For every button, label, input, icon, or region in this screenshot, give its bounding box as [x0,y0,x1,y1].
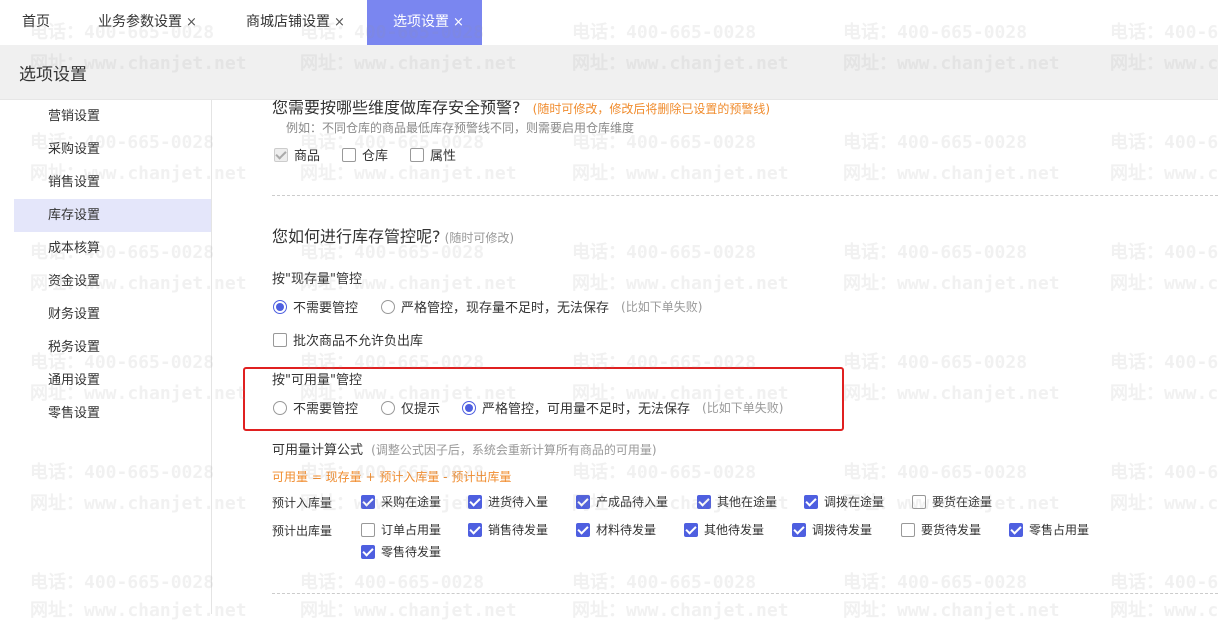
checkbox-icon [361,522,375,537]
formula-heading: 可用量计算公式 (调整公式因子后，系统会重新计算所有商品的可用量) [272,443,657,458]
page-title: 选项设置 [19,65,87,85]
radio-icon [273,299,287,314]
checkbox-icon [576,522,590,537]
checkbox-dimension-warehouse[interactable]: 仓库 [342,145,388,164]
available-control-label: 按"可用量"管控 [272,373,362,388]
checkbox-icon [273,332,287,347]
page-header: 选项设置 [0,45,1218,100]
checkbox-icon [410,147,424,162]
checkbox-icon [361,494,375,509]
checkbox-icon [697,494,711,509]
tab-home[interactable]: 首页 [22,0,50,45]
checkbox-outbound-retail-pending[interactable]: 零售待发量 [361,543,441,560]
sidebar-item-general[interactable]: 通用设置 [14,364,211,397]
checkbox-icon [361,544,375,559]
radio-icon [462,400,476,415]
checkbox-icon [1009,522,1023,537]
main-content: 您需要按哪些维度做库存安全预警? (随时可修改，修改后将删除已设置的预警线) 例… [212,100,1218,614]
sidebar-item-funds[interactable]: 资金设置 [14,265,211,298]
checkbox-icon [804,494,818,509]
close-icon[interactable]: × [334,15,345,30]
checkbox-icon [901,522,915,537]
checkbox-inbound-other-transit[interactable]: 其他在途量 [697,493,777,510]
warning-dimension-example: 例如：不同仓库的商品最低库存预警线不同，则需要启用仓库维度 [286,121,635,135]
radio-icon [273,400,287,415]
sidebar-item-purchase[interactable]: 采购设置 [14,133,211,166]
checkbox-icon [468,494,482,509]
current-stock-control-label: 按"现存量"管控 [272,272,362,287]
checkbox-outbound-material-pending[interactable]: 材料待发量 [576,521,656,538]
checkbox-inbound-receipt-pending[interactable]: 进货待入量 [468,493,548,510]
checkbox-icon [576,494,590,509]
section-divider [272,593,1218,594]
formula-expression: 可用量 = 现存量 + 预计入库量 - 预计出库量 [272,470,512,484]
radio-icon [381,400,395,415]
sidebar: 营销设置 采购设置 销售设置 库存设置 成本核算 资金设置 财务设置 税务设置 … [0,100,212,614]
sidebar-item-tax[interactable]: 税务设置 [14,331,211,364]
warning-dimension-hint: (随时可修改，修改后将删除已设置的预警线) [532,102,771,116]
warning-dimension-question: 您需要按哪些维度做库存安全预警? (随时可修改，修改后将删除已设置的预警线) [272,100,771,117]
checkbox-icon [684,522,698,537]
checkbox-inbound-finished-goods[interactable]: 产成品待入量 [576,493,668,510]
checkbox-outbound-other-pending[interactable]: 其他待发量 [684,521,764,538]
tab-bar: 首页 业务参数设置 × 商城店铺设置 × 选项设置 × [0,0,1218,45]
sidebar-item-retail[interactable]: 零售设置 [14,397,211,430]
checkbox-outbound-retail-occupied[interactable]: 零售占用量 [1009,521,1089,538]
checkbox-inbound-purchase-transit[interactable]: 采购在途量 [361,493,441,510]
sidebar-item-finance[interactable]: 财务设置 [14,298,211,331]
available-strict-note: (比如下单失败) [702,401,784,415]
close-icon[interactable]: × [186,15,197,30]
tab-mall-store[interactable]: 商城店铺设置 × [246,0,345,45]
formula-note: (调整公式因子后，系统会重新计算所有商品的可用量) [371,443,657,457]
stock-control-note: (随时可修改) [444,231,515,245]
tab-options-settings[interactable]: 选项设置 × [367,0,482,45]
radio-stock-strict-control[interactable]: 严格管控，现存量不足时，无法保存 (比如下单失败) [381,297,702,316]
inbound-label: 预计入库量 [272,496,333,510]
checkbox-dimension-product[interactable]: 商品 [274,145,320,164]
checkbox-outbound-sales-pending[interactable]: 销售待发量 [468,521,548,538]
checkbox-icon [912,494,926,509]
close-icon[interactable]: × [453,15,464,30]
stock-strict-note: (比如下单失败) [621,300,703,314]
tab-business-params[interactable]: 业务参数设置 × [98,0,197,45]
sidebar-item-costing[interactable]: 成本核算 [14,232,211,265]
checkbox-inbound-requisition-transit[interactable]: 要货在途量 [912,493,992,510]
checkbox-outbound-requisition-pending[interactable]: 要货待发量 [901,521,981,538]
radio-available-strict-control[interactable]: 严格管控，可用量不足时，无法保存 (比如下单失败) [462,398,783,417]
checkbox-icon [792,522,806,537]
checkbox-outbound-order-occupied[interactable]: 订单占用量 [361,521,441,538]
radio-stock-no-control[interactable]: 不需要管控 [273,297,358,316]
sidebar-item-inventory[interactable]: 库存设置 [14,199,211,232]
section-divider [272,195,1218,196]
radio-icon [381,299,395,314]
radio-available-no-control[interactable]: 不需要管控 [273,398,358,417]
checkbox-icon [468,522,482,537]
radio-available-prompt-only[interactable]: 仅提示 [381,398,440,417]
checkbox-icon [274,147,288,162]
checkbox-inbound-transfer-transit[interactable]: 调拨在途量 [804,493,884,510]
sidebar-item-marketing[interactable]: 营销设置 [14,100,211,133]
outbound-label: 预计出库量 [272,524,333,538]
checkbox-dimension-attribute[interactable]: 属性 [410,145,456,164]
checkbox-outbound-transfer-pending[interactable]: 调拨待发量 [792,521,872,538]
sidebar-item-sales[interactable]: 销售设置 [14,166,211,199]
checkbox-batch-no-negative[interactable]: 批次商品不允许负出库 [273,330,423,349]
checkbox-icon [342,147,356,162]
stock-control-heading: 您如何进行库存管控呢? (随时可修改) [272,227,515,246]
